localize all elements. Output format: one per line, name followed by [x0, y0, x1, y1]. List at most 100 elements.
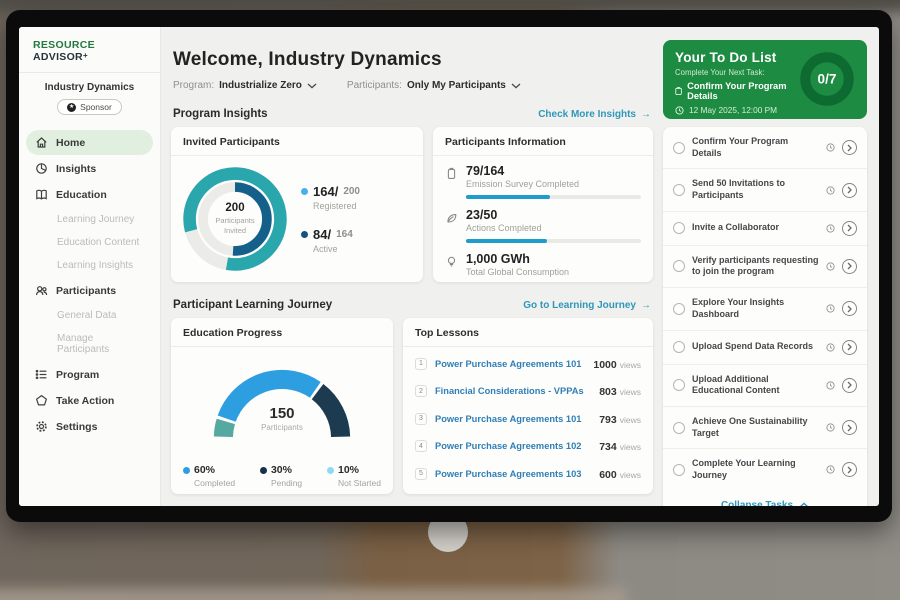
- learning-cards-row: Education Progress 150 Participants 60%: [171, 318, 653, 494]
- clock-icon: [826, 224, 835, 233]
- task-open-button[interactable]: [842, 340, 857, 355]
- clock-icon: [675, 106, 684, 115]
- task-checkbox[interactable]: [673, 142, 685, 154]
- lesson-link[interactable]: Power Purchase Agreements 102: [435, 441, 591, 451]
- task-open-button[interactable]: [842, 140, 857, 155]
- task-checkbox[interactable]: [673, 303, 685, 315]
- sponsor-badge: ★ Sponsor: [57, 99, 122, 115]
- collapse-tasks-link[interactable]: Collapse Tasks: [663, 491, 867, 506]
- legend-completed: 60% Completed: [183, 464, 235, 488]
- go-to-learning-journey-link[interactable]: Go to Learning Journey →: [523, 300, 651, 311]
- lesson-link[interactable]: Power Purchase Agreements 103: [435, 469, 591, 479]
- sidebar-item-take-action[interactable]: Take Action: [26, 388, 153, 413]
- page-title: Welcome, Industry Dynamics: [173, 49, 651, 71]
- lesson-link[interactable]: Power Purchase Agreements 101: [435, 359, 585, 369]
- lesson-link[interactable]: Power Purchase Agreements 101: [435, 414, 591, 424]
- chevron-right-icon: [847, 466, 852, 474]
- sidebar-item-manage-participants[interactable]: Manage Participants: [26, 327, 153, 361]
- invited-total: 200: [225, 202, 244, 214]
- education-progress-card: Education Progress 150 Participants 60%: [171, 318, 393, 494]
- sidebar-item-learning-insights[interactable]: Learning Insights: [26, 254, 153, 277]
- lesson-link[interactable]: Financial Considerations - VPPAs: [435, 386, 591, 396]
- sidebar-item-settings[interactable]: Settings: [26, 414, 153, 439]
- arrow-right-icon: →: [641, 109, 651, 120]
- todo-subtitle: Complete Your Next Task:: [675, 68, 792, 77]
- todo-task-row[interactable]: Upload Spend Data Records: [663, 330, 867, 364]
- logo-text-advisor: ADVISOR: [33, 51, 83, 63]
- main-content: Welcome, Industry Dynamics Program: Indu…: [171, 27, 653, 506]
- active-dot: [301, 231, 308, 238]
- participants-filter-dropdown[interactable]: Participants: Only My Participants: [347, 80, 521, 91]
- rank-badge: 4: [415, 440, 427, 452]
- clock-icon: [826, 262, 835, 271]
- task-checkbox[interactable]: [673, 422, 685, 434]
- sidebar-item-participants[interactable]: Participants: [26, 278, 153, 303]
- task-open-button[interactable]: [842, 221, 857, 236]
- task-open-button[interactable]: [842, 183, 857, 198]
- rank-badge: 3: [415, 413, 427, 425]
- education-icon: [35, 188, 48, 201]
- gauge-legend: 60% Completed 30% Pending 10% Not Starte…: [171, 456, 393, 488]
- sidebar-item-home[interactable]: Home: [26, 130, 153, 155]
- app-logo: RESOURCE ADVISOR+: [19, 27, 160, 73]
- sidebar-item-education[interactable]: Education: [26, 182, 153, 207]
- sidebar-item-education-content[interactable]: Education Content: [26, 231, 153, 254]
- insights-icon: [35, 162, 48, 175]
- todo-task-row[interactable]: Verify participants requesting to join t…: [663, 245, 867, 287]
- todo-task-row[interactable]: Send 50 Invitations to Participants: [663, 168, 867, 210]
- program-insights-header: Program Insights Check More Insights →: [173, 108, 651, 120]
- todo-title: Your To Do List: [675, 50, 792, 65]
- todo-task-row[interactable]: Explore Your Insights Dashboard: [663, 287, 867, 329]
- program-list-icon: [35, 368, 48, 381]
- chevron-right-icon: [847, 424, 852, 432]
- task-checkbox[interactable]: [673, 341, 685, 353]
- program-filter-dropdown[interactable]: Program: Industrialize Zero: [173, 80, 317, 91]
- todo-task-row[interactable]: Complete Your Learning Journey: [663, 448, 867, 490]
- todo-task-row[interactable]: Invite a Collaborator: [663, 211, 867, 245]
- section-title: Participant Learning Journey: [173, 299, 332, 311]
- stat-actions-completed: 23/50 Actions Completed: [445, 208, 641, 243]
- todo-task-row[interactable]: Achieve One Sustainability Target: [663, 406, 867, 448]
- account-name: Industry Dynamics: [23, 82, 156, 93]
- lesson-row: 1 Power Purchase Agreements 101 1000view…: [403, 350, 653, 378]
- top-lessons-card: Top Lessons 1 Power Purchase Agreements …: [403, 318, 653, 494]
- sponsor-icon: ★: [67, 103, 76, 112]
- sidebar-item-learning-journey[interactable]: Learning Journey: [26, 208, 153, 231]
- task-checkbox[interactable]: [673, 464, 685, 476]
- check-more-insights-link[interactable]: Check More Insights →: [538, 109, 651, 120]
- task-open-button[interactable]: [842, 301, 857, 316]
- invited-donut-chart: 200 Participants Invited: [177, 161, 293, 277]
- task-checkbox[interactable]: [673, 222, 685, 234]
- todo-task-row[interactable]: Upload Additional Educational Content: [663, 364, 867, 406]
- chevron-right-icon: [847, 343, 852, 351]
- scene: RESOURCE ADVISOR+ Industry Dynamics ★ Sp…: [0, 0, 900, 600]
- chevron-up-icon: [799, 502, 809, 506]
- task-checkbox[interactable]: [673, 379, 685, 391]
- task-open-button[interactable]: [842, 462, 857, 477]
- settings-gear-icon: [35, 420, 48, 433]
- task-checkbox[interactable]: [673, 260, 685, 272]
- logo-text-resource: RESOURCE: [33, 39, 95, 51]
- sidebar-item-program[interactable]: Program: [26, 362, 153, 387]
- gauge-participants-label: Participants: [171, 423, 393, 432]
- actions-leaf-icon: [445, 208, 458, 243]
- section-title: Program Insights: [173, 108, 268, 120]
- survey-progress-bar: [466, 195, 641, 199]
- legend-not-started: 10% Not Started: [327, 464, 381, 488]
- todo-progress-text: 0/7: [818, 72, 837, 87]
- sidebar-item-general-data[interactable]: General Data: [26, 304, 153, 327]
- todo-progress-ring: 0/7: [798, 50, 856, 108]
- todo-tasks-card: Confirm Your Program Details Send 50 Inv…: [663, 127, 867, 506]
- account-block: Industry Dynamics ★ Sponsor: [19, 73, 160, 122]
- stat-emission-survey: 79/164 Emission Survey Completed: [445, 164, 641, 199]
- todo-task-row[interactable]: Confirm Your Program Details: [663, 127, 867, 168]
- task-open-button[interactable]: [842, 420, 857, 435]
- sidebar-item-insights[interactable]: Insights: [26, 156, 153, 181]
- clock-icon: [826, 304, 835, 313]
- task-open-button[interactable]: [842, 259, 857, 274]
- sponsor-badge-label: Sponsor: [80, 102, 112, 112]
- task-checkbox[interactable]: [673, 184, 685, 196]
- task-open-button[interactable]: [842, 378, 857, 393]
- participants-icon: [35, 284, 48, 297]
- lesson-row: 4 Power Purchase Agreements 102 734views: [403, 433, 653, 461]
